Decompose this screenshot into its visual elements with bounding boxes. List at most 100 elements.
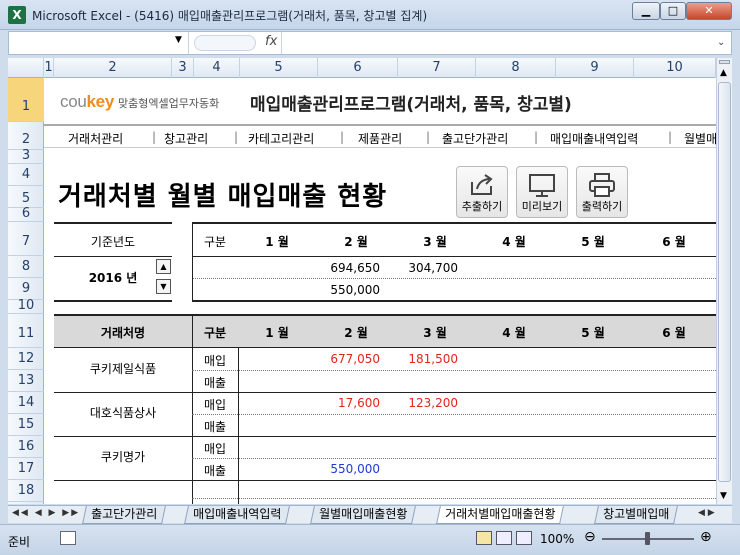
month-header: 1 월 [265,326,289,340]
col-header[interactable]: 10 [634,58,716,78]
zoom-in-icon[interactable]: ⊕ [700,529,712,545]
minimize-button[interactable]: ▁ [632,2,660,20]
zoom-level[interactable]: 100% [540,532,574,546]
col-header[interactable]: 6 [318,58,398,78]
row-header[interactable]: 3 [8,149,44,164]
summary-purchase-feb: 694,650 [330,261,380,275]
excel-logo-icon: X [8,6,26,24]
detail-divider [192,370,716,371]
col-header[interactable]: 5 [240,58,318,78]
zoom-slider-thumb[interactable] [645,532,650,545]
export-label: 추출하기 [461,200,503,213]
month-header: 2 월 [344,235,368,249]
normal-view-icon[interactable] [476,531,492,545]
row-header[interactable]: 17 [8,458,44,480]
nav-item-products[interactable]: 제품관리 [358,130,402,147]
vertical-scrollbar[interactable]: ▲ ▼ [716,58,732,504]
month-header: 5 월 [581,326,605,340]
col-header[interactable]: 1 [44,58,54,78]
row-header[interactable]: 10 [8,299,44,314]
export-icon [471,174,493,195]
function-icon[interactable]: fx [265,34,277,49]
split-handle[interactable] [719,60,730,64]
col-header[interactable]: 9 [556,58,634,78]
window-title: Microsoft Excel - (5416) 매입매출관리프로그램(거래처,… [32,9,428,23]
tab-sheet[interactable]: 매입매출내역입력 [184,506,291,524]
row-header[interactable]: 12 [8,348,44,370]
year-down-icon[interactable]: ▼ [156,279,171,294]
row-header[interactable]: 2 [8,122,44,150]
nav-separator: | [152,130,157,144]
row-header[interactable]: 8 [8,256,44,278]
gubun-buy: 매입 [203,354,227,368]
page-layout-icon[interactable] [496,531,512,545]
client-sell-feb: 550,000 [330,462,380,476]
col-header[interactable]: 7 [398,58,476,78]
maximize-button[interactable]: □ [660,2,686,20]
tab-sheet[interactable]: 출고단가관리 [82,506,167,524]
nav-item-clients[interactable]: 거래처관리 [68,130,123,147]
row-header[interactable]: 4 [8,164,44,186]
detail-rule [54,347,716,348]
client-name: 쿠키명가 [100,450,146,464]
tab-nav-icons[interactable]: ◀◀ ◀ ▶ ▶▶ [12,508,80,518]
col-header[interactable]: 4 [194,58,240,78]
month-header: 6 월 [662,326,686,340]
tab-sheet[interactable]: 창고별매입매 [594,506,679,524]
row-header[interactable]: 16 [8,436,44,458]
row-header[interactable]: 1 [8,78,44,122]
row-header[interactable]: 14 [8,392,44,414]
select-all-corner[interactable] [8,58,44,78]
row-header[interactable]: 6 [8,207,44,222]
col-header[interactable]: 2 [54,58,172,78]
row-header[interactable]: 13 [8,370,44,392]
client-name: 대호식품상사 [89,406,157,420]
detail-divider [192,414,716,415]
client-buy-mar: 181,500 [408,352,458,366]
name-box-dropdown-icon[interactable]: ▼ [175,35,182,45]
row-header[interactable]: 15 [8,414,44,436]
export-button[interactable]: 추출하기 [456,166,508,218]
nav-separator: | [340,130,345,144]
app-title: 매입매출관리프로그램(거래처, 품목, 창고별) [250,95,572,115]
formula-divider [194,35,256,51]
gubun-buy: 매입 [203,442,227,456]
tab-sheet[interactable]: 월별매입매출현황 [310,506,417,524]
close-button[interactable]: ✕ [686,2,732,20]
year-value[interactable]: 2016 년 [54,269,172,286]
col-header[interactable]: 8 [476,58,556,78]
scroll-down-icon[interactable]: ▼ [720,491,727,501]
scroll-up-icon[interactable]: ▲ [720,68,727,78]
preview-button[interactable]: 미리보기 [516,166,568,218]
printer-icon [589,173,615,197]
nav-item-monthly[interactable]: 월별매 [684,130,716,147]
worksheet[interactable]: coukey 맞춤형엑셀업무자동화 매입매출관리프로그램(거래처, 품목, 창고… [44,78,716,504]
nav-item-warehouse[interactable]: 창고관리 [164,130,208,147]
nav-item-price[interactable]: 출고단가관리 [442,130,508,147]
row-header[interactable]: 7 [8,222,44,256]
nav-item-entry[interactable]: 매입매출내역입력 [550,130,638,147]
gubun-sell: 매출 [203,464,227,478]
print-button[interactable]: 출력하기 [576,166,628,218]
col-header[interactable]: 3 [172,58,194,78]
tab-sheet-active[interactable]: 거래처별매입매출현황 [436,506,565,524]
row-header[interactable]: 18 [8,480,44,502]
tab-scroll-icons[interactable]: ◀ ▶ [698,508,715,518]
status-bar: 준비 100% ⊖ ⊕ [0,524,740,555]
macro-record-icon[interactable] [60,531,76,545]
expand-formula-icon[interactable]: ⌄ [717,37,725,48]
row-header[interactable]: 11 [8,314,44,348]
row-header[interactable]: 5 [8,186,44,208]
scroll-thumb[interactable] [718,82,731,482]
year-up-icon[interactable]: ▲ [156,259,171,274]
formula-bar: ▼ fx ⌄ [8,31,732,55]
name-box[interactable]: ▼ [9,32,189,54]
nav-item-category[interactable]: 카테고리관리 [248,130,314,147]
nav-separator: | [234,130,239,144]
detail-rule [54,480,716,481]
formula-input[interactable] [281,32,715,54]
row-header[interactable]: 9 [8,278,44,300]
detail-rule [54,314,716,316]
page-break-icon[interactable] [516,531,532,545]
zoom-out-icon[interactable]: ⊖ [584,529,596,545]
